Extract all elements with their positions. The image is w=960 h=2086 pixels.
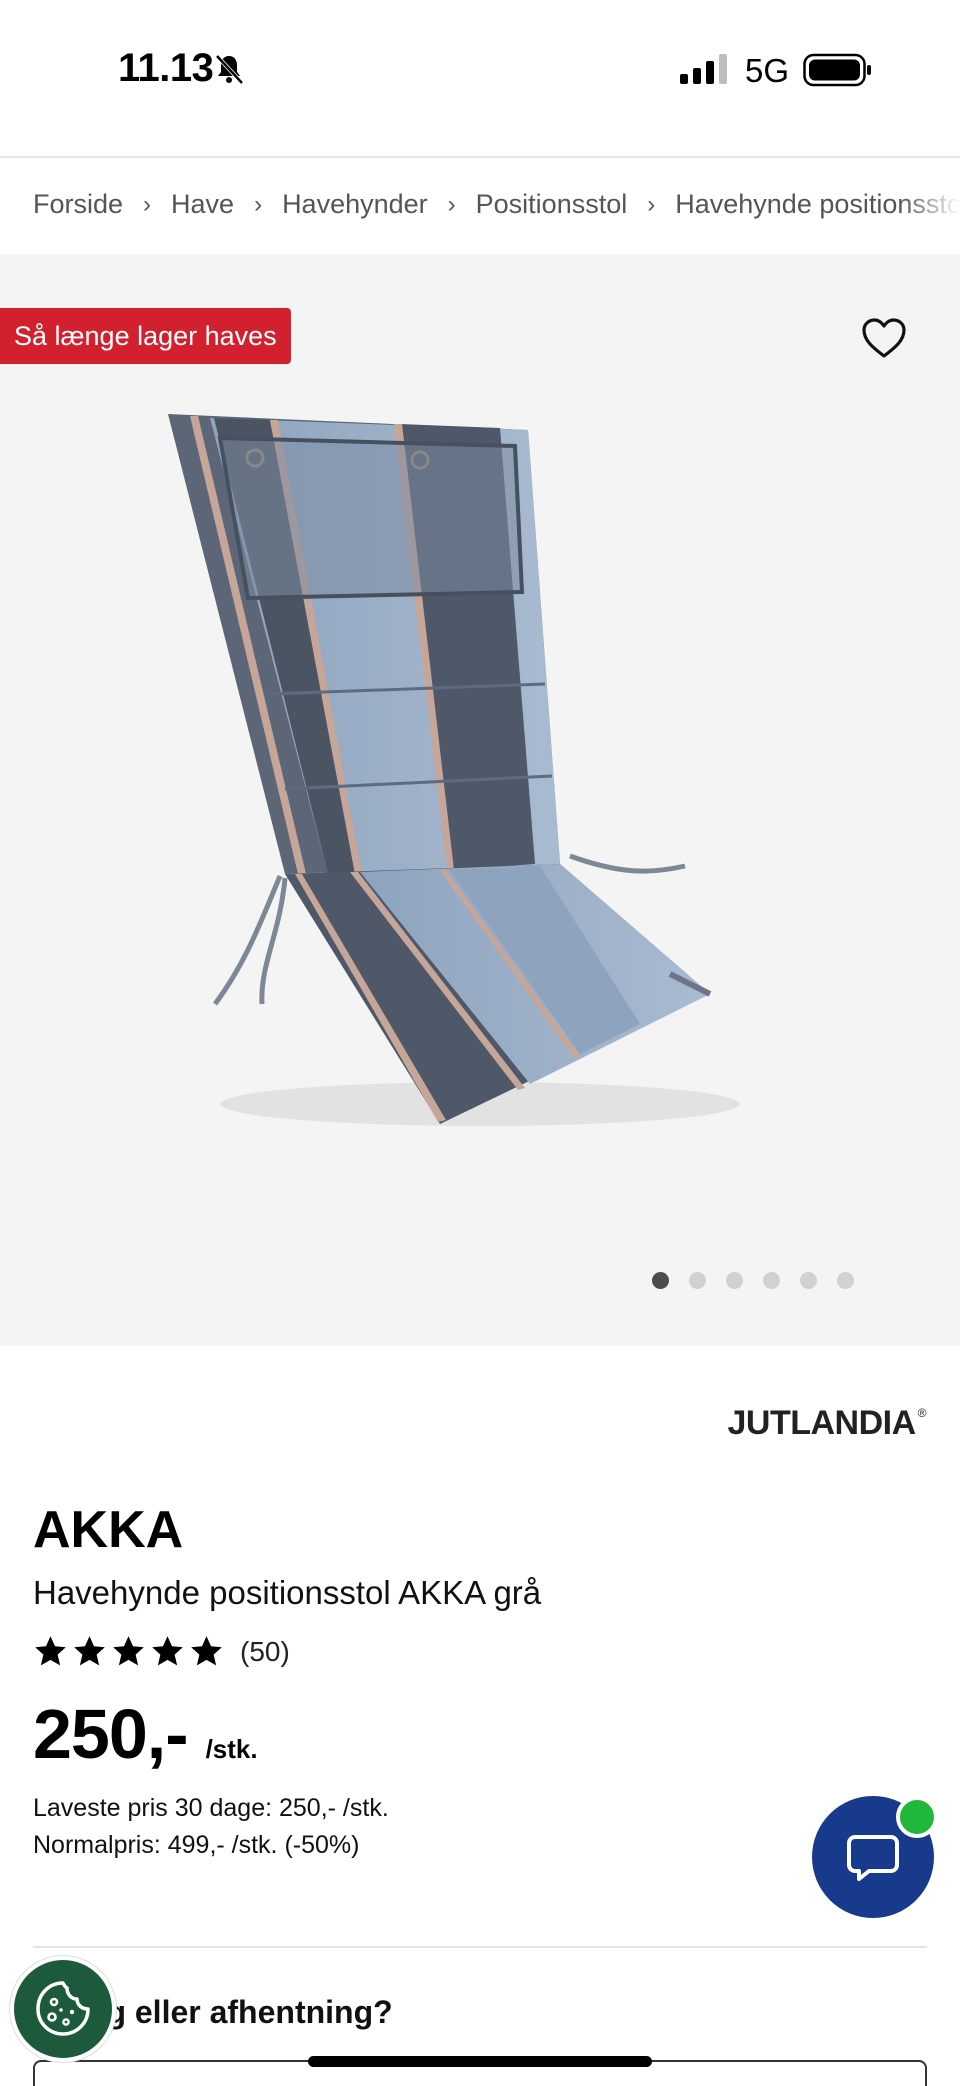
- registered-mark: ®: [917, 1406, 927, 1420]
- delivery-heading: ing eller afhentning?: [78, 1994, 393, 2030]
- gallery-pagination: [652, 1272, 874, 1289]
- price: 250,-: [33, 1695, 189, 1773]
- brand-logo-text: JUTLANDIA: [727, 1404, 916, 1442]
- gallery-dot-6[interactable]: [837, 1272, 854, 1289]
- battery-icon: [803, 53, 871, 87]
- breadcrumb-item-forside[interactable]: Forside: [33, 189, 123, 220]
- product-gallery[interactable]: Så længe lager haves: [0, 254, 960, 1346]
- star-icon: [113, 1636, 144, 1666]
- breadcrumb-fade: [900, 160, 960, 254]
- status-time: 11.13: [118, 46, 214, 90]
- breadcrumb-list: Forside › Have › Havehynder › Positionss…: [33, 189, 960, 220]
- cookie-settings-button[interactable]: [10, 1956, 116, 2062]
- review-count: (50): [240, 1635, 290, 1667]
- product-title: Havehynde positionsstol AKKA grå: [33, 1574, 542, 1611]
- breadcrumb-item-positionsstol[interactable]: Positionsstol: [476, 189, 628, 220]
- chevron-right-icon: ›: [143, 190, 152, 218]
- gallery-dot-2[interactable]: [689, 1272, 706, 1289]
- network-label: 5G: [745, 52, 790, 89]
- lowest-price-note: Laveste pris 30 dage: 250,- /stk.: [33, 1794, 389, 1822]
- price-row: 250,- /stk.: [33, 1694, 258, 1774]
- gallery-dot-3[interactable]: [726, 1272, 743, 1289]
- chevron-right-icon: ›: [254, 190, 263, 218]
- bell-muted-icon: [215, 54, 244, 85]
- star-icon: [152, 1636, 183, 1666]
- online-indicator: [896, 1796, 938, 1838]
- status-bar: 11.13 5G: [0, 0, 960, 158]
- gallery-dot-4[interactable]: [763, 1272, 780, 1289]
- star-icon: [35, 1636, 66, 1666]
- product-image-cushion[interactable]: [150, 404, 830, 1164]
- breadcrumb: Forside › Have › Havehynder › Positionss…: [0, 160, 960, 254]
- signal-icon: [680, 54, 727, 84]
- breadcrumb-item-havehynder[interactable]: Havehynder: [282, 189, 428, 220]
- star-icon: [191, 1636, 222, 1666]
- product-rating[interactable]: (50): [33, 1634, 290, 1669]
- sale-badge: Så længe lager haves: [0, 308, 291, 364]
- cookie-icon: [36, 1981, 90, 2036]
- gallery-dot-1[interactable]: [652, 1272, 669, 1289]
- heart-icon[interactable]: [860, 316, 908, 360]
- chevron-right-icon: ›: [647, 190, 656, 218]
- brand-logo[interactable]: JUTLANDIA ®: [727, 1404, 926, 1443]
- chat-bubble-icon: [847, 1835, 899, 1881]
- gallery-dot-5[interactable]: [800, 1272, 817, 1289]
- price-unit: /stk.: [205, 1734, 258, 1764]
- divider: [33, 1946, 927, 1948]
- star-icon: [74, 1636, 105, 1666]
- product-brand: AKKA: [33, 1501, 184, 1559]
- home-indicator[interactable]: [308, 2056, 652, 2067]
- breadcrumb-item-have[interactable]: Have: [171, 189, 234, 220]
- normal-price-note: Normalpris: 499,- /stk. (-50%): [33, 1831, 360, 1859]
- chevron-right-icon: ›: [447, 190, 456, 218]
